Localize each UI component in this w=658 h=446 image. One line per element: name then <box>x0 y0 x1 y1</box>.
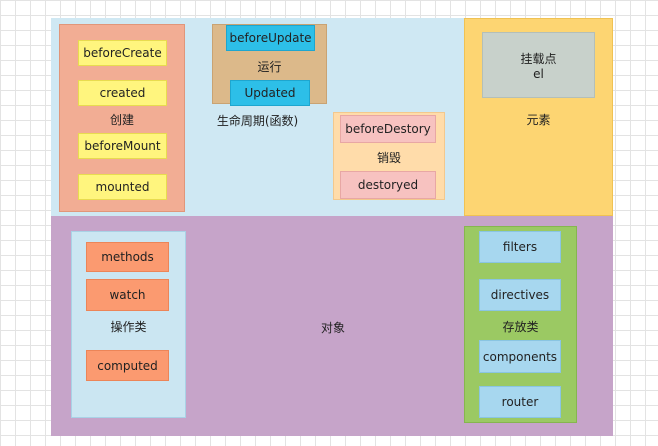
store-filters: filters <box>479 231 561 263</box>
op-methods: methods <box>86 242 169 272</box>
hook-beforecreate: beforeCreate <box>78 40 167 66</box>
store-directives: directives <box>479 279 561 311</box>
storage-label: 存放类 <box>502 320 539 334</box>
create-label: 创建 <box>109 113 134 127</box>
op-watch: watch <box>86 279 169 311</box>
hook-mounted: mounted <box>78 174 167 200</box>
mount-point-el: el <box>533 67 544 81</box>
store-router: router <box>479 386 561 418</box>
hook-beforemount: beforeMount <box>78 133 167 159</box>
hook-created: created <box>78 80 167 106</box>
element-label: 元素 <box>526 113 551 127</box>
operations-label: 操作类 <box>110 320 147 334</box>
hook-beforeupdate: beforeUpdate <box>226 25 315 51</box>
destroy-label: 销毁 <box>376 151 401 165</box>
hook-destoryed: destoryed <box>340 171 436 199</box>
mount-point-label: 挂载点 <box>520 52 557 66</box>
hook-beforedestory: beforeDestory <box>340 115 436 143</box>
lifecycle-title: 生命周期(函数) <box>216 114 299 128</box>
op-computed: computed <box>86 350 169 381</box>
store-components: components <box>479 340 561 373</box>
hook-updated: Updated <box>230 80 310 106</box>
run-label: 运行 <box>257 60 282 74</box>
object-label: 对象 <box>320 321 345 335</box>
